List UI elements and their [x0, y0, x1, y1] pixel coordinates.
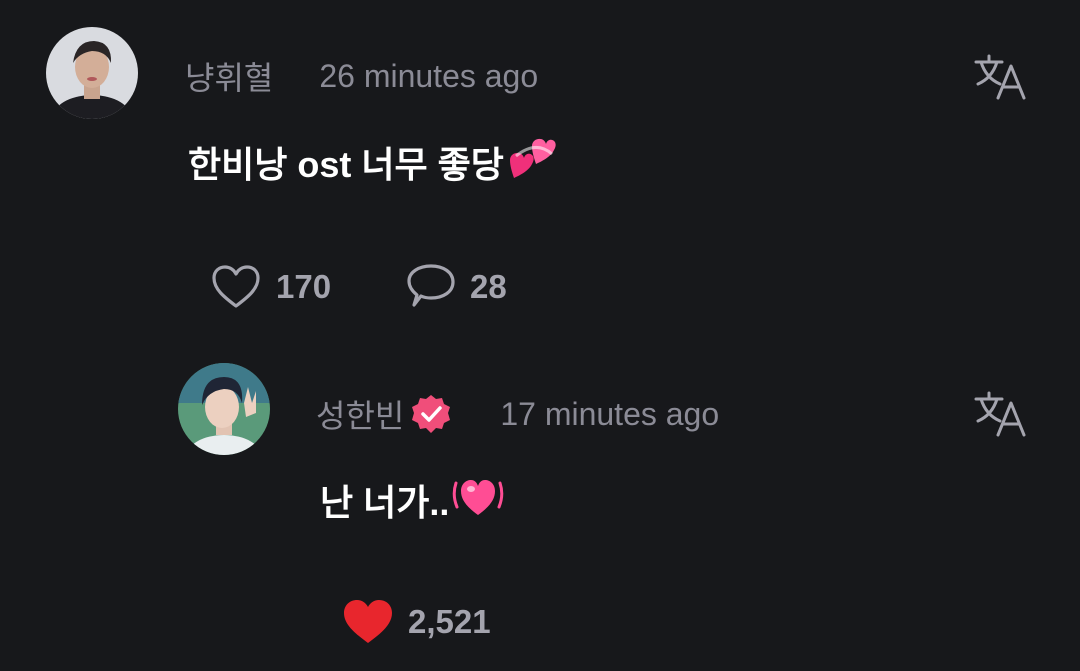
translate-icon[interactable] [972, 52, 1028, 102]
comment-timestamp: 26 minutes ago [319, 57, 539, 94]
like-count: 170 [276, 268, 332, 305]
reply-timestamp: 17 minutes ago [500, 395, 720, 432]
replier-username[interactable]: 성한빈 [316, 391, 404, 437]
heart-filled-icon [344, 600, 392, 643]
reply-button[interactable]: 28 [406, 262, 507, 312]
two-hearts-emoji [506, 134, 556, 191]
reply-count: 28 [470, 268, 507, 305]
verified-badge-icon [410, 393, 452, 435]
commenter-avatar[interactable] [46, 27, 138, 119]
comment-meta: 냥휘혈 26 minutes ago [185, 53, 539, 99]
comment-text-content: 한비낭 ost 너무 좋당 [188, 144, 504, 185]
reply-text: 난 너가.. [320, 474, 505, 526]
reply-meta: 성한빈 17 minutes ago [316, 392, 719, 436]
like-button[interactable]: 170 [210, 262, 331, 312]
beating-heart-emoji [451, 471, 505, 530]
reply-like-count: 2,521 [408, 603, 491, 640]
comment-thread: 냥휘혈 26 minutes ago 한비낭 ost 너무 좋당 170 28 … [0, 0, 1080, 671]
commenter-username[interactable]: 냥휘혈 [185, 53, 273, 99]
heart-outline-icon [212, 265, 260, 308]
replier-avatar[interactable] [178, 363, 270, 455]
speech-bubble-icon [407, 264, 455, 307]
reply-like-button[interactable]: 2,521 [342, 597, 491, 647]
reply-translate-icon[interactable] [972, 389, 1028, 439]
reply-text-content: 난 너가.. [320, 482, 450, 523]
comment-text: 한비낭 ost 너무 좋당 [188, 138, 556, 186]
